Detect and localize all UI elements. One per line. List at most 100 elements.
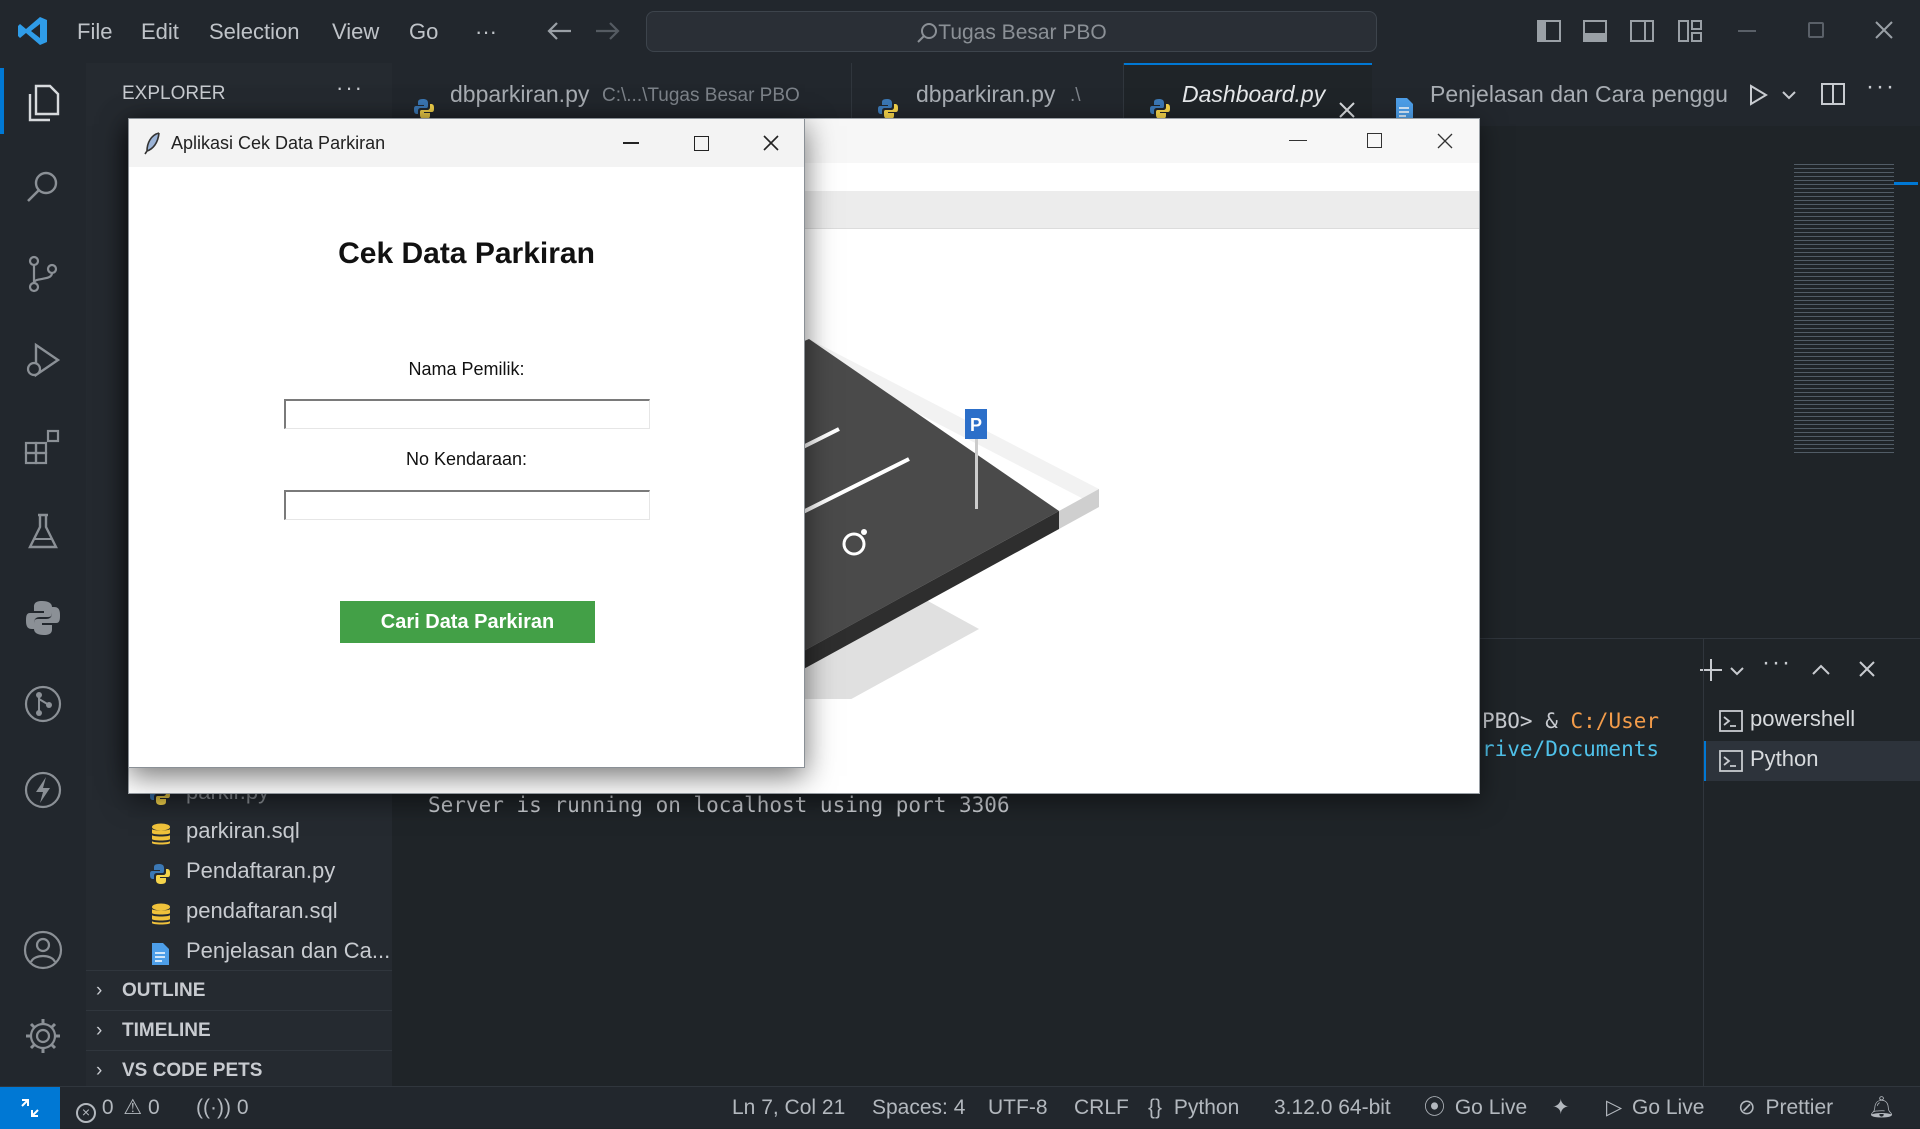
git-graph-icon[interactable] <box>0 669 86 739</box>
section-outline[interactable]: › OUTLINE <box>86 970 392 1010</box>
customize-layout-icon[interactable] <box>1677 18 1703 49</box>
menu-file[interactable]: File <box>77 0 112 63</box>
cursor-position[interactable]: Ln 7, Col 21 <box>732 1087 845 1129</box>
search-label: Tugas Besar PBO <box>938 21 1107 44</box>
run-python-file-icon[interactable] <box>1746 83 1770 112</box>
error-icon: × <box>76 1103 96 1123</box>
terminal-icon <box>1718 749 1744 778</box>
minimize-icon[interactable] <box>603 119 659 167</box>
menu-go[interactable]: Go <box>409 0 438 63</box>
file-item[interactable]: Penjelasan dan Ca... <box>86 931 392 971</box>
prettier-icon: ⊘ <box>1738 1096 1756 1119</box>
label-no-kendaraan: No Kendaraan: <box>405 449 528 469</box>
menu-more[interactable]: ··· <box>475 0 497 63</box>
notifications-bell-icon[interactable]: 🔔︎ <box>1868 1087 1895 1129</box>
warning-icon: ⚠ <box>123 1096 143 1119</box>
heading: Cek Data Parkiran <box>338 237 595 270</box>
python-icon[interactable] <box>0 583 86 653</box>
terminal-session-python[interactable]: Python <box>1704 741 1920 781</box>
tab-dashboard[interactable]: Dashboard.py <box>1124 63 1372 126</box>
play-circle-icon: ▷ <box>1606 1096 1623 1119</box>
tab-penjelasan[interactable]: Penjelasan dan Cara penggu <box>1372 63 1728 126</box>
chevron-right-icon: › <box>96 1020 103 1041</box>
explorer-icon[interactable] <box>0 68 86 138</box>
terminal-icon <box>1718 709 1744 738</box>
file-item[interactable]: parkiran.sql <box>86 811 392 851</box>
search-icon[interactable] <box>0 153 86 223</box>
broadcast-icon: ((·)) <box>196 1096 231 1119</box>
settings-gear-icon[interactable] <box>0 1001 86 1071</box>
vscode-logo-icon <box>16 14 50 48</box>
terminal-session-powershell[interactable]: powershell <box>1704 701 1920 741</box>
editor-more-icon[interactable]: ··· <box>1866 73 1896 101</box>
menu-selection[interactable]: Selection <box>209 0 300 63</box>
label-nama-pemilik: Nama Pemilik: <box>408 359 525 379</box>
braces-icon: {} <box>1148 1096 1163 1119</box>
section-vscode-pets[interactable]: › VS CODE PETS <box>86 1050 392 1090</box>
maximize-icon[interactable] <box>1367 133 1382 148</box>
nama-pemilik-input[interactable] <box>284 399 650 429</box>
tab-dbparkiran-2[interactable]: dbparkiran.py .\ <box>852 63 1124 126</box>
command-center-search[interactable]: Tugas Besar PBO <box>646 11 1377 52</box>
split-editor-icon[interactable] <box>1820 81 1846 112</box>
restore-icon[interactable] <box>1808 22 1824 38</box>
file-item[interactable]: pendaftaran.sql <box>86 891 392 931</box>
run-debug-icon[interactable] <box>0 325 86 395</box>
extensions-icon[interactable] <box>0 411 86 481</box>
testing-flask-icon[interactable] <box>0 497 86 567</box>
new-terminal-icon[interactable] <box>1698 657 1724 688</box>
close-icon[interactable] <box>1435 131 1455 156</box>
toggle-secondary-sidebar-icon[interactable] <box>1629 18 1655 49</box>
status-bar: × 0 ⚠ 0 ((·)) 0 Ln 7, Col 21 Spaces: 4 U… <box>0 1086 1920 1129</box>
problems-indicator[interactable]: × 0 ⚠ 0 <box>76 1087 160 1129</box>
scrollbar-marker <box>1894 182 1918 185</box>
minimize-icon[interactable] <box>1738 30 1756 32</box>
cari-data-parkiran-button[interactable]: Cari Data Parkiran <box>340 601 595 643</box>
explorer-more-icon[interactable]: ··· <box>336 75 364 101</box>
close-icon[interactable] <box>1872 18 1896 47</box>
chevron-right-icon: › <box>96 1060 103 1081</box>
python-interpreter[interactable]: 3.12.0 64-bit <box>1274 1087 1391 1129</box>
prettier[interactable]: ⊘ Prettier <box>1738 1087 1833 1129</box>
chevron-right-icon: › <box>96 980 103 1001</box>
toggle-panel-icon[interactable] <box>1582 18 1608 49</box>
chevron-down-icon[interactable] <box>1780 83 1798 112</box>
section-timeline[interactable]: › TIMELINE <box>86 1010 392 1050</box>
source-control-icon[interactable] <box>0 239 86 309</box>
indentation[interactable]: Spaces: 4 <box>872 1087 965 1129</box>
broadcast-icon: ⦿ <box>1424 1096 1445 1119</box>
remote-indicator-icon[interactable] <box>0 1087 60 1129</box>
language-mode[interactable]: {} Python <box>1148 1087 1239 1129</box>
go-live-1[interactable]: ⦿ Go Live <box>1424 1087 1527 1129</box>
panel-more-icon[interactable]: ··· <box>1762 649 1792 677</box>
tab-dbparkiran-1[interactable]: dbparkiran.py C:\...\Tugas Besar PBO <box>392 63 852 126</box>
encoding[interactable]: UTF-8 <box>988 1087 1048 1129</box>
maximize-panel-chevron-up-icon[interactable] <box>1810 659 1832 686</box>
title-bar: File Edit Selection View Go ··· Tugas Be… <box>0 0 1920 63</box>
file-item[interactable]: Pendaftaran.py <box>86 851 392 891</box>
ports-indicator[interactable]: ((·)) 0 <box>196 1087 249 1129</box>
terminal-line: rive/Documents <box>1482 737 1660 761</box>
chevron-down-icon[interactable] <box>1728 661 1746 686</box>
feedback-icon[interactable]: ✦ <box>1552 1087 1570 1129</box>
svg-text:P: P <box>970 415 982 435</box>
minimap[interactable] <box>1794 164 1894 454</box>
account-icon[interactable] <box>0 915 86 985</box>
cek-window-title: Aplikasi Cek Data Parkiran <box>171 133 386 153</box>
thunder-client-icon[interactable] <box>0 755 86 825</box>
toggle-primary-sidebar-icon[interactable] <box>1536 18 1562 49</box>
minimize-icon[interactable] <box>1289 140 1307 141</box>
cek-data-window[interactable]: Aplikasi Cek Data Parkiran Cek Data Park… <box>128 118 805 768</box>
close-icon[interactable] <box>743 119 799 167</box>
menu-view[interactable]: View <box>332 0 379 63</box>
go-live-2[interactable]: ▷ Go Live <box>1606 1087 1704 1129</box>
back-arrow-icon[interactable] <box>545 18 573 49</box>
forward-arrow-icon[interactable] <box>594 18 622 49</box>
no-kendaraan-input[interactable] <box>284 490 650 520</box>
end-of-line[interactable]: CRLF <box>1074 1087 1129 1129</box>
feather-icon <box>143 131 163 160</box>
menu-edit[interactable]: Edit <box>141 0 179 63</box>
close-panel-icon[interactable] <box>1856 658 1878 685</box>
activity-bar <box>0 63 86 1086</box>
maximize-icon[interactable] <box>673 119 729 167</box>
